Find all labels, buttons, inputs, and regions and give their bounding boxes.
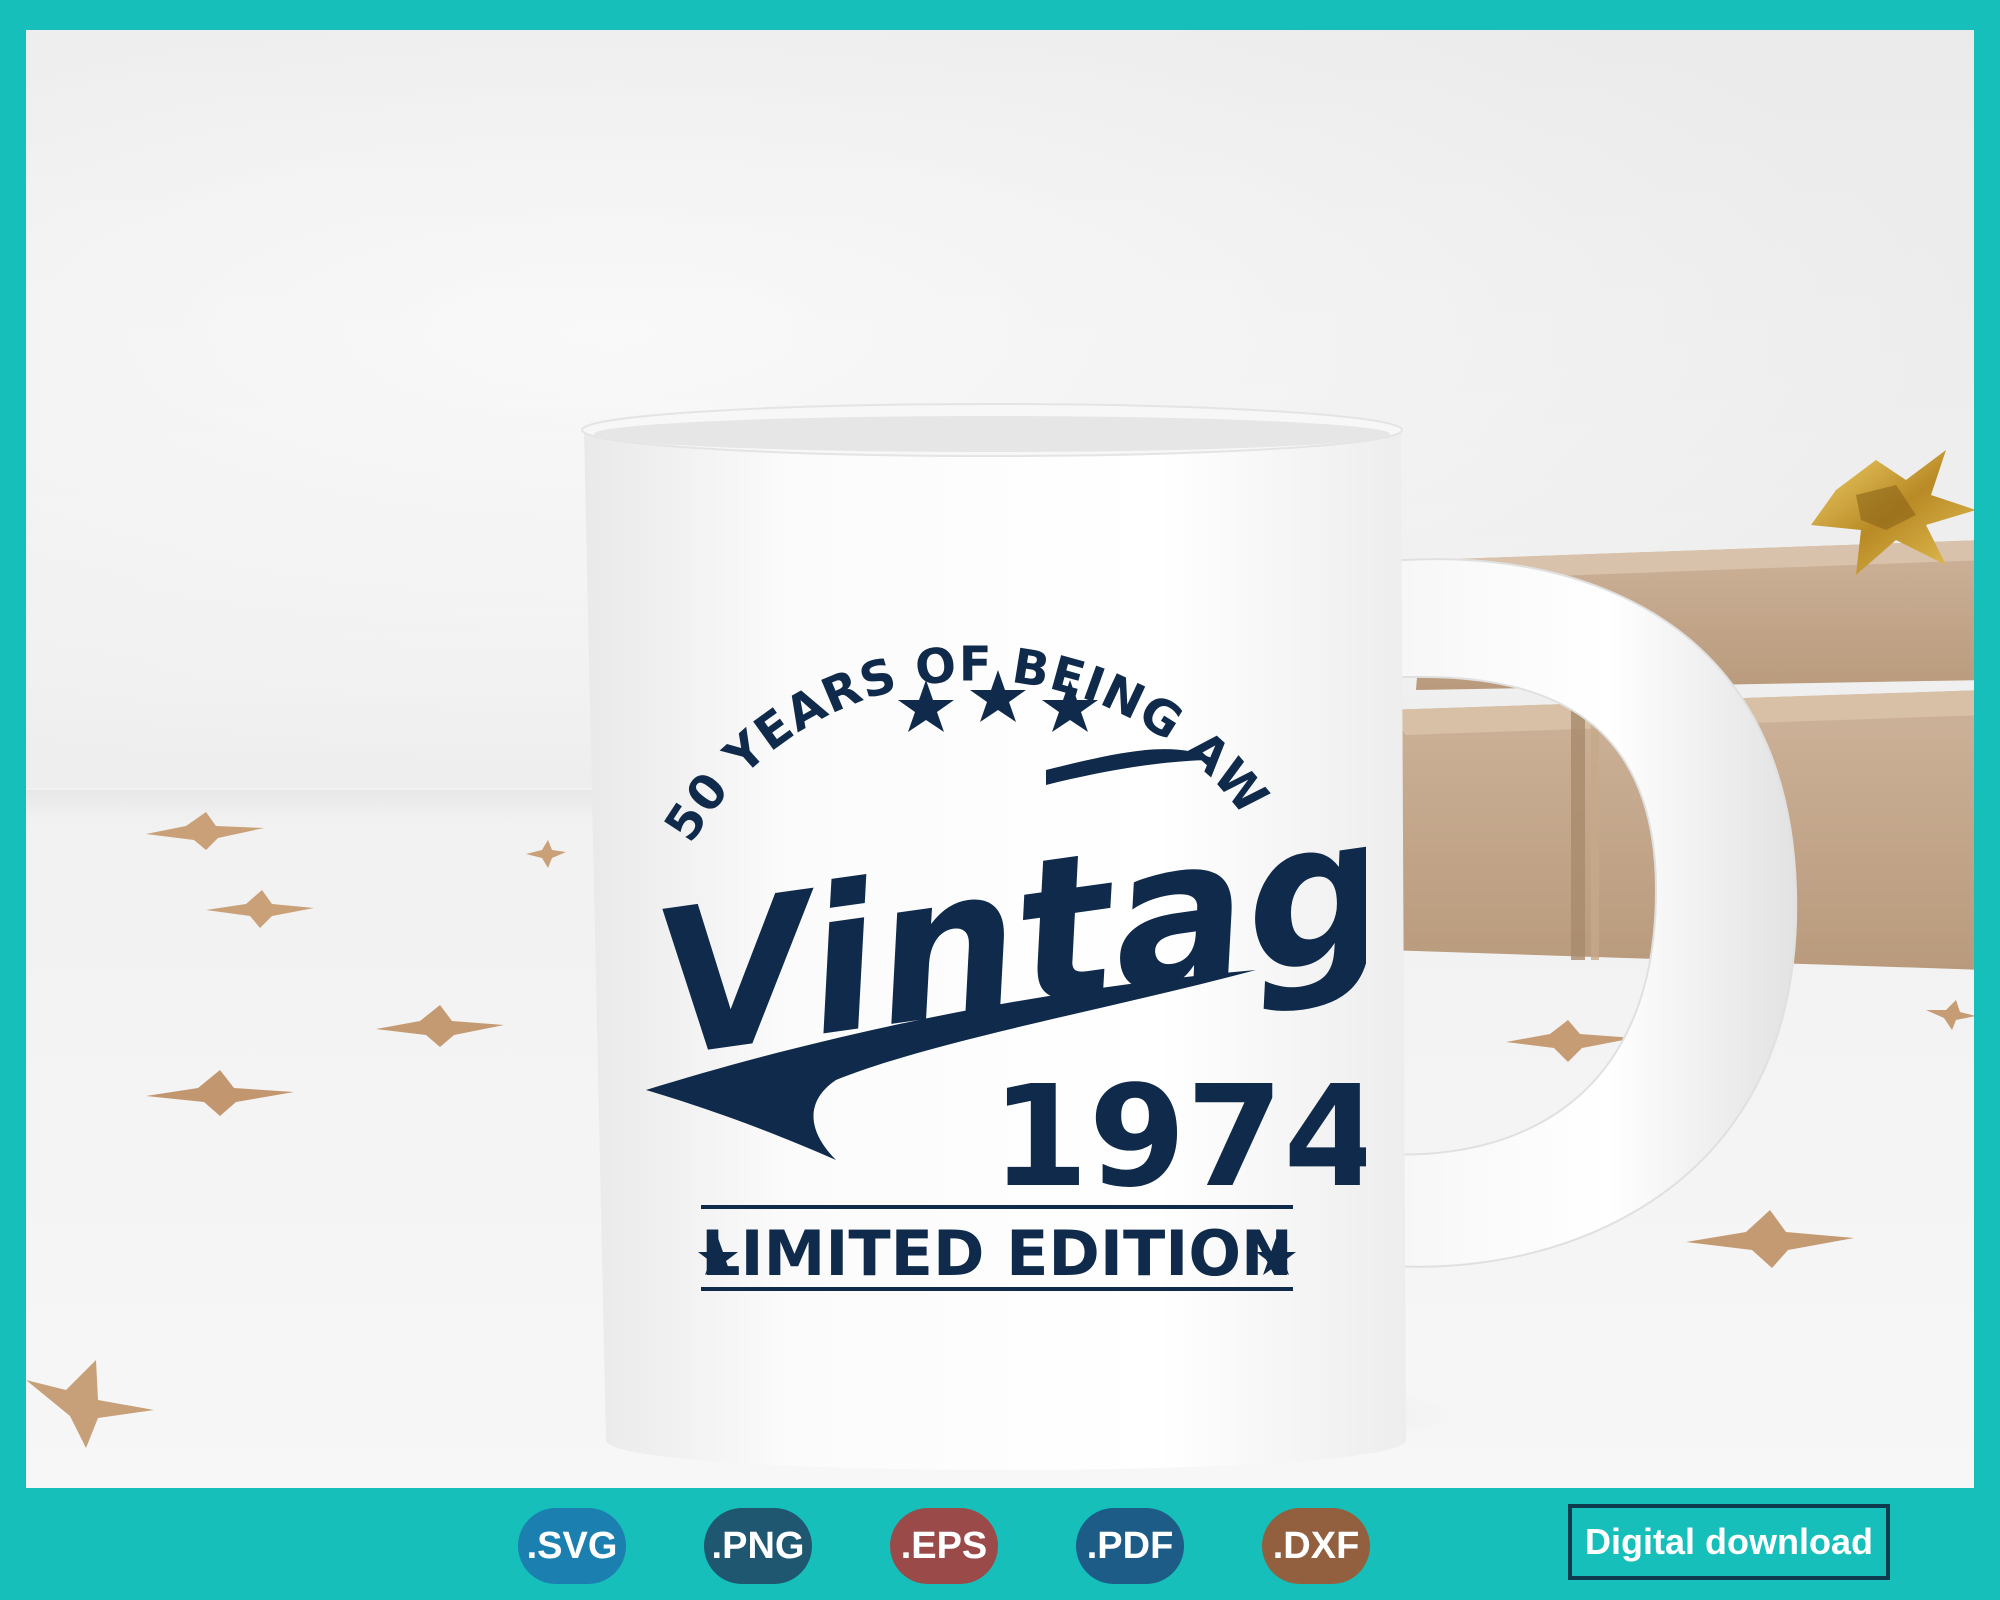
script-vintage: Vintage (642, 751, 1366, 1103)
vintage-design: 50 YEARS OF BEING AWESOME Vintage 1974 L… (606, 570, 1366, 1291)
product-photo: 50 YEARS OF BEING AWESOME Vintage 1974 L… (26, 30, 1974, 1488)
gold-star-icon (26, 1360, 154, 1448)
gold-star-icon (1926, 1000, 1974, 1030)
svg-format-badge: .SVG (518, 1508, 626, 1584)
year-text: 1974 (991, 1056, 1366, 1219)
limited-edition-text: LIMITED EDITION (701, 1217, 1293, 1290)
gold-star-icon (146, 1070, 294, 1116)
dxf-format-badge: .DXF (1262, 1508, 1370, 1584)
gold-star-icon (376, 1005, 504, 1047)
divider-line (701, 1205, 1293, 1209)
eps-format-badge: .EPS (890, 1508, 998, 1584)
gold-star-icon (206, 890, 314, 928)
pdf-format-badge: .PDF (1076, 1508, 1184, 1584)
gold-star-icon (146, 812, 264, 850)
png-format-badge: .PNG (704, 1508, 812, 1584)
digital-download-label: Digital download (1568, 1504, 1890, 1580)
